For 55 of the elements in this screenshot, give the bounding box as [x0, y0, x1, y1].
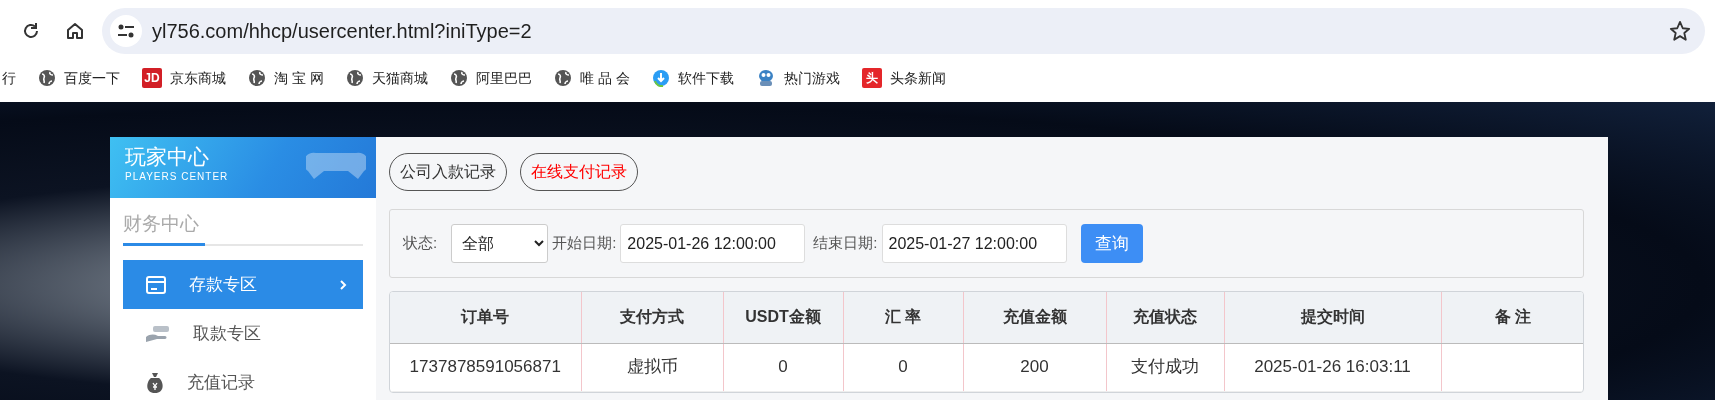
address-bar[interactable]: yl756.com/hhcp/usercenter.html?iniType=2: [102, 8, 1705, 54]
bookmark-link[interactable]: 天猫商城: [345, 67, 428, 89]
chevron-right-icon: [339, 278, 347, 291]
sidebar-item[interactable]: 充值记录: [123, 358, 363, 400]
column-header: 提交时间: [1224, 292, 1441, 343]
globe-icon: [553, 69, 572, 87]
column-header: 充值状态: [1106, 292, 1224, 343]
table-cell: 0: [843, 343, 963, 391]
status-dropdown[interactable]: 全部: [451, 224, 549, 263]
end-date-field[interactable]: 2025-01-27 12:00:00: [881, 224, 1067, 263]
card-icon: [145, 274, 167, 295]
globe-icon: [248, 69, 266, 87]
table-cell: 200: [963, 343, 1106, 391]
bookmark-link[interactable]: JD 京东商城: [142, 67, 226, 89]
sidebar-item[interactable]: 取款专区: [123, 309, 363, 358]
hand-money-icon: [145, 324, 171, 343]
start-date-label: 开始日期:: [552, 233, 617, 254]
table-cell: 2025-01-26 16:03:11: [1224, 343, 1441, 391]
globe-icon: [449, 69, 468, 87]
sidebar-subtitle: PLAYERS CENTER: [125, 170, 229, 184]
record-tab[interactable]: 公司入款记录: [389, 153, 507, 191]
table-cell: 1737878591056871: [390, 343, 581, 391]
bookmark-link[interactable]: 淘 宝 网: [248, 67, 324, 89]
section-heading: 财务中心: [123, 213, 199, 234]
globe-icon: [345, 69, 364, 87]
logo-icon: 头: [861, 68, 882, 88]
column-header: USDT金额: [723, 292, 843, 343]
sidebar-item[interactable]: 存款专区: [123, 260, 363, 309]
bookmark-link[interactable]: 阿里巴巴: [449, 67, 532, 89]
record-tab[interactable]: 在线支付记录: [520, 153, 638, 191]
sidebar-title: 玩家中心: [125, 145, 209, 169]
bookmark-link[interactable]: 热门游戏: [755, 67, 840, 89]
site-settings-icon[interactable]: [110, 15, 142, 47]
logo-icon: JD: [142, 68, 162, 88]
url-text: yl756.com/hhcp/usercenter.html?iniType=2: [152, 19, 533, 44]
bookmark-star-icon[interactable]: [1669, 20, 1691, 42]
bookmark-link[interactable]: 软件下载: [651, 67, 734, 89]
money-bag-icon: [145, 371, 165, 394]
column-header: 订单号: [390, 292, 581, 343]
column-header: 备 注: [1441, 292, 1583, 343]
table-cell: 支付成功: [1106, 343, 1224, 391]
globe-icon: [38, 69, 56, 87]
status-label: 状态:: [403, 233, 438, 254]
start-date-field[interactable]: 2025-01-26 12:00:00: [620, 224, 806, 263]
end-date-label: 结束日期:: [813, 233, 878, 254]
download-icon: [651, 69, 670, 87]
bookmark-link[interactable]: 唯 品 会: [553, 67, 630, 89]
bookmark-link[interactable]: 头 头条新闻: [861, 67, 946, 89]
bookmark-link[interactable]: 行: [2, 67, 16, 89]
table-cell: 0: [723, 343, 843, 391]
bookmark-link[interactable]: 百度一下: [38, 67, 120, 89]
column-header: 充值金额: [963, 292, 1106, 343]
column-header: 支付方式: [581, 292, 723, 343]
column-header: 汇 率: [843, 292, 963, 343]
table-cell: 虚拟币: [581, 343, 723, 391]
